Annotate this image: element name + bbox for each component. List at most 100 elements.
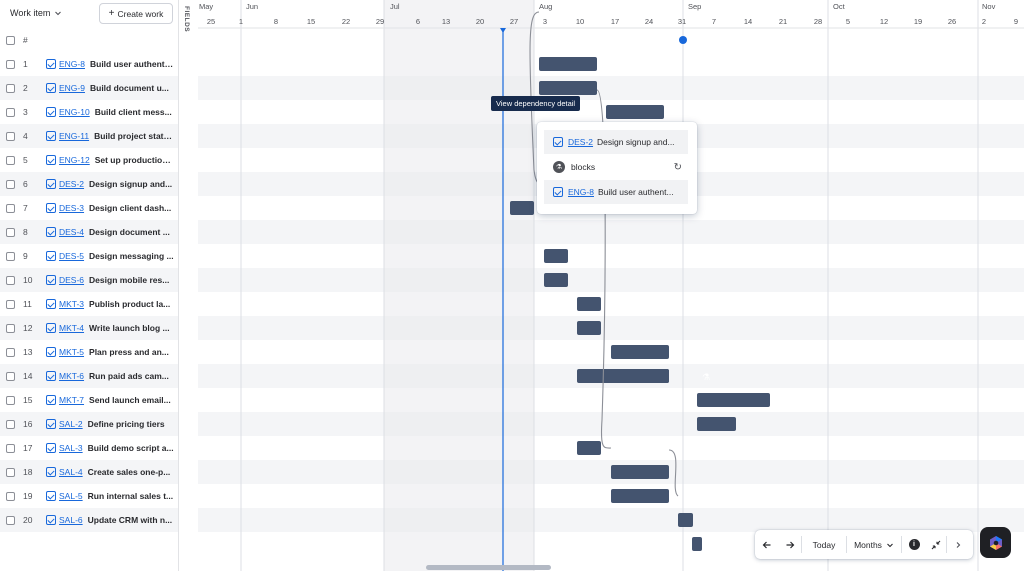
table-row[interactable]: 7 DES-3 Design client dash... — [0, 196, 178, 220]
row-checkbox[interactable] — [6, 299, 15, 309]
today-button[interactable]: Today — [802, 530, 846, 559]
row-checkbox[interactable] — [6, 107, 15, 117]
table-row[interactable]: 3 ENG-10 Build client mess... — [0, 100, 178, 124]
day-label: 6 — [416, 17, 420, 26]
work-item-dropdown[interactable]: Work item — [10, 8, 62, 18]
table-row[interactable]: 15 MKT-7 Send launch email... — [0, 388, 178, 412]
work-item-key[interactable]: ENG-9 — [59, 83, 85, 93]
work-item-key[interactable]: MKT-4 — [59, 323, 84, 333]
row-checkbox[interactable] — [6, 347, 15, 357]
table-row[interactable]: 18 SAL-4 Create sales one-p... — [0, 460, 178, 484]
work-item-key[interactable]: DES-3 — [59, 203, 84, 213]
row-checkbox[interactable] — [6, 467, 15, 477]
dependency-from-item[interactable]: DES-2 Design signup and... — [544, 130, 688, 154]
row-checkbox[interactable] — [6, 395, 15, 405]
app-root: Work item + Create work # 1 ENG-8 Build us… — [0, 0, 1024, 571]
swap-icon[interactable]: ↻ — [674, 162, 682, 173]
prev-button[interactable] — [755, 530, 779, 559]
row-checkbox[interactable] — [6, 323, 15, 333]
task-icon — [46, 491, 56, 501]
work-item-key[interactable]: MKT-7 — [59, 395, 84, 405]
link-icon: ⚗ — [553, 161, 565, 173]
work-item-key[interactable]: ENG-8 — [59, 59, 85, 69]
row-checkbox[interactable] — [6, 155, 15, 165]
horizontal-scrollbar[interactable] — [426, 565, 551, 570]
table-row[interactable]: 14 MKT-6 Run paid ads cam... — [0, 364, 178, 388]
table-row[interactable]: 6 DES-2 Design signup and... — [0, 172, 178, 196]
task-icon — [46, 467, 56, 477]
create-work-button[interactable]: + Create work — [99, 3, 173, 24]
next-button[interactable] — [779, 530, 801, 559]
task-icon — [46, 59, 56, 69]
dependency-popup: DES-2 Design signup and... ⚗ blocks ↻ EN… — [537, 122, 697, 214]
work-item-key[interactable]: DES-6 — [59, 275, 84, 285]
work-item-title: Design client dash... — [89, 203, 172, 213]
info-button[interactable]: i — [902, 530, 926, 559]
table-row[interactable]: 11 MKT-3 Publish product la... — [0, 292, 178, 316]
row-checkbox[interactable] — [6, 419, 15, 429]
work-item-key[interactable]: ENG-10 — [59, 107, 90, 117]
work-item-key[interactable]: SAL-3 — [59, 443, 83, 453]
work-item-list: Work item + Create work # 1 ENG-8 Build us… — [0, 0, 178, 571]
table-row[interactable]: 1 ENG-8 Build user authenti... — [0, 52, 178, 76]
dependency-to-item[interactable]: ENG-8 Build user authent... — [544, 180, 688, 204]
work-item-key[interactable]: SAL-5 — [59, 491, 83, 501]
row-number: 11 — [23, 299, 32, 309]
dependency-to-key[interactable]: ENG-8 — [568, 187, 594, 197]
work-item-key[interactable]: SAL-4 — [59, 467, 83, 477]
assistant-button[interactable] — [980, 527, 1011, 558]
table-row[interactable]: 17 SAL-3 Build demo script a... — [0, 436, 178, 460]
row-number: 1 — [23, 59, 28, 69]
table-row[interactable]: 19 SAL-5 Run internal sales t... — [0, 484, 178, 508]
row-checkbox[interactable] — [6, 251, 15, 261]
row-checkbox[interactable] — [6, 59, 15, 69]
column-number-label: # — [23, 35, 28, 45]
dependency-from-key[interactable]: DES-2 — [568, 137, 593, 147]
row-checkbox[interactable] — [6, 491, 15, 501]
fields-tab[interactable]: FIELDS — [178, 0, 198, 571]
row-checkbox[interactable] — [6, 443, 15, 453]
table-row[interactable]: 8 DES-4 Design document ... — [0, 220, 178, 244]
table-row[interactable]: 5 ENG-12 Set up production... — [0, 148, 178, 172]
month-label: Sep — [688, 2, 701, 11]
table-row[interactable]: 4 ENG-11 Build project statu... — [0, 124, 178, 148]
day-label: 19 — [914, 17, 922, 26]
table-row[interactable]: 10 DES-6 Design mobile res... — [0, 268, 178, 292]
work-item-key[interactable]: ENG-12 — [59, 155, 90, 165]
work-item-key[interactable]: MKT-6 — [59, 371, 84, 381]
table-row[interactable]: 12 MKT-4 Write launch blog ... — [0, 316, 178, 340]
work-item-key[interactable]: DES-5 — [59, 251, 84, 261]
table-row[interactable]: 9 DES-5 Design messaging ... — [0, 244, 178, 268]
select-all-checkbox[interactable] — [6, 35, 15, 45]
work-item-key[interactable]: DES-4 — [59, 227, 84, 237]
work-item-key[interactable]: MKT-5 — [59, 347, 84, 357]
work-item-key[interactable]: ENG-11 — [59, 131, 89, 141]
row-number: 13 — [23, 347, 33, 357]
table-row[interactable]: 13 MKT-5 Plan press and an... — [0, 340, 178, 364]
work-item-key[interactable]: MKT-3 — [59, 299, 84, 309]
row-checkbox[interactable] — [6, 83, 15, 93]
month-label: Aug — [539, 2, 552, 11]
table-row[interactable]: 2 ENG-9 Build document u... — [0, 76, 178, 100]
more-button[interactable] — [947, 530, 969, 559]
table-row[interactable]: 20 SAL-6 Update CRM with n... — [0, 508, 178, 532]
row-checkbox[interactable] — [6, 227, 15, 237]
work-item-key[interactable]: DES-2 — [59, 179, 84, 189]
chevron-down-icon — [55, 11, 62, 16]
row-number: 18 — [23, 467, 33, 477]
timeline-row-stripe — [198, 412, 1024, 436]
scale-dropdown[interactable]: Months — [847, 530, 901, 559]
work-item-key[interactable]: SAL-2 — [59, 419, 83, 429]
table-row[interactable]: 16 SAL-2 Define pricing tiers — [0, 412, 178, 436]
task-icon — [46, 371, 56, 381]
row-checkbox[interactable] — [6, 203, 15, 213]
collapse-button[interactable] — [926, 530, 946, 559]
work-item-key[interactable]: SAL-6 — [59, 515, 83, 525]
row-checkbox[interactable] — [6, 371, 15, 381]
row-checkbox[interactable] — [6, 179, 15, 189]
row-checkbox[interactable] — [6, 515, 15, 525]
row-checkbox[interactable] — [6, 131, 15, 141]
row-checkbox[interactable] — [6, 275, 15, 285]
task-icon — [46, 155, 56, 165]
task-icon — [46, 251, 56, 261]
